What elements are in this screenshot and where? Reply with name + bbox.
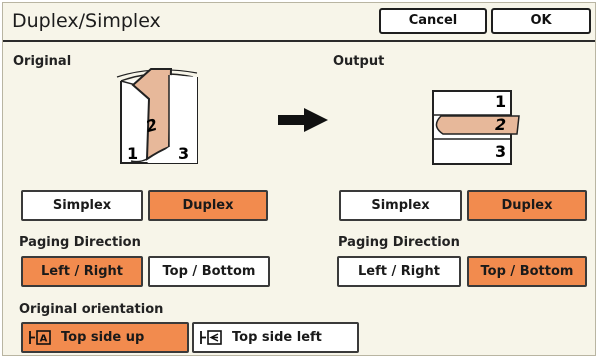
original-orientation-label: Original orientation (19, 302, 164, 317)
original-duplex-button[interactable]: Duplex (148, 190, 268, 221)
arrow-right-icon (278, 108, 328, 132)
ok-button[interactable]: OK (491, 8, 591, 34)
original-duplex-illustration (116, 68, 198, 164)
original-paging-direction-label: Paging Direction (19, 235, 141, 250)
top-side-up-icon: A (29, 330, 51, 345)
output-top-bottom-button[interactable]: Top / Bottom (467, 256, 587, 287)
output-duplex-illustration (432, 90, 520, 165)
output-page-3: 3 (495, 142, 507, 161)
original-simplex-button[interactable]: Simplex (21, 190, 143, 221)
top-side-left-button[interactable]: Top side left (192, 322, 359, 353)
output-paging-direction-label: Paging Direction (338, 235, 460, 250)
output-left-right-button[interactable]: Left / Right (337, 256, 461, 287)
top-side-left-icon (200, 330, 222, 345)
top-side-up-button[interactable]: A Top side up (21, 322, 189, 353)
output-page-1: 1 (495, 92, 507, 111)
svg-text:A: A (40, 334, 48, 345)
original-top-bottom-button[interactable]: Top / Bottom (148, 256, 270, 287)
original-page-3: 3 (178, 144, 190, 163)
output-simplex-button[interactable]: Simplex (339, 190, 462, 221)
top-side-up-label: Top side up (61, 330, 145, 345)
duplex-simplex-dialog: Duplex/Simplex Cancel OK Original 1 2 3 … (2, 2, 596, 356)
dialog-title: Duplex/Simplex (12, 10, 161, 32)
output-page-2: 2 (495, 115, 507, 134)
output-duplex-button[interactable]: Duplex (467, 190, 587, 221)
original-page-1: 1 (127, 144, 139, 163)
top-side-left-label: Top side left (232, 330, 322, 345)
original-left-right-button[interactable]: Left / Right (21, 256, 143, 287)
cancel-button[interactable]: Cancel (379, 8, 487, 34)
original-label: Original (13, 54, 72, 69)
output-label: Output (333, 54, 385, 69)
title-bar: Duplex/Simplex Cancel OK (3, 3, 595, 42)
